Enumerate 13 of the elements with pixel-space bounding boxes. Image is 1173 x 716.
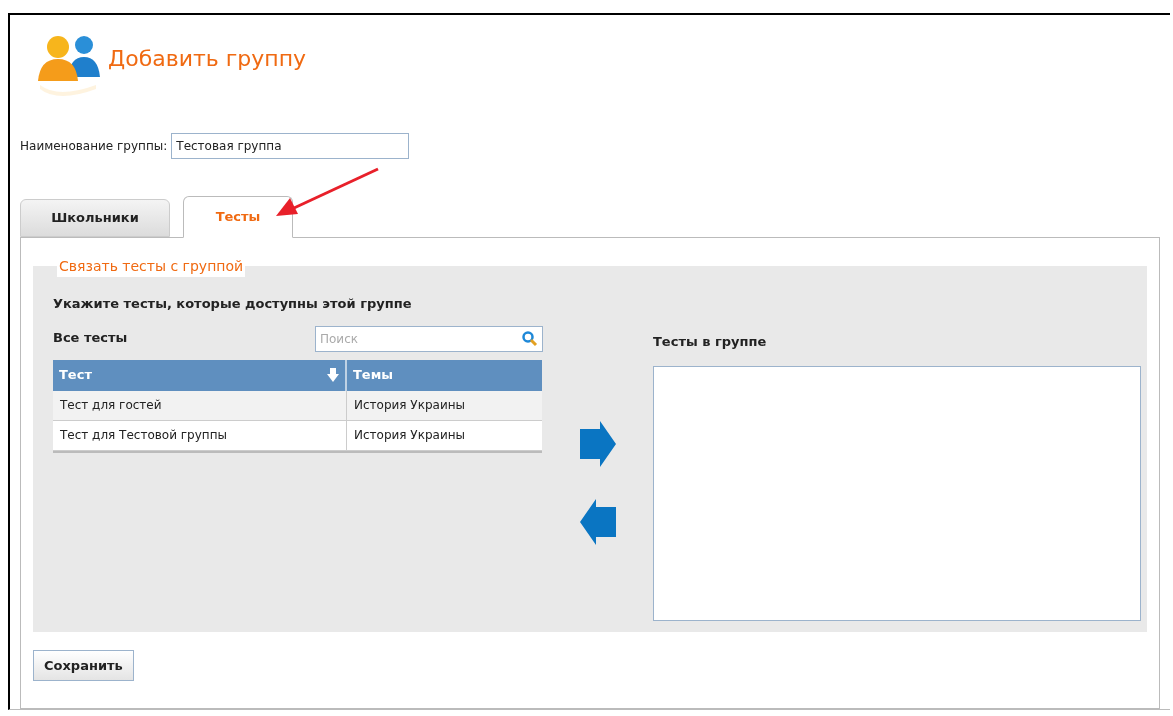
tab[interactable]: Школьники <box>20 199 170 237</box>
instruction-text: Укажите тесты, которые доступны этой группе <box>53 295 413 313</box>
list-heading: Тесты в группе <box>653 333 768 351</box>
group-name-field[interactable]: Тестовая группа <box>171 133 410 159</box>
save-button[interactable]: Сохранить <box>33 650 134 681</box>
table-cell: Тест для Тестовой группы <box>53 420 347 450</box>
table-cell-text: История Украины <box>353 397 466 414</box>
page-title: Добавить группу <box>108 44 307 73</box>
list-heading: Все тесты <box>53 329 128 347</box>
table-cell-text: История Украины <box>353 427 466 444</box>
field-label: Наименование группы: <box>20 138 168 155</box>
table-cell: Тест для гостей <box>53 390 347 420</box>
search-field[interactable]: Поиск <box>315 325 543 352</box>
